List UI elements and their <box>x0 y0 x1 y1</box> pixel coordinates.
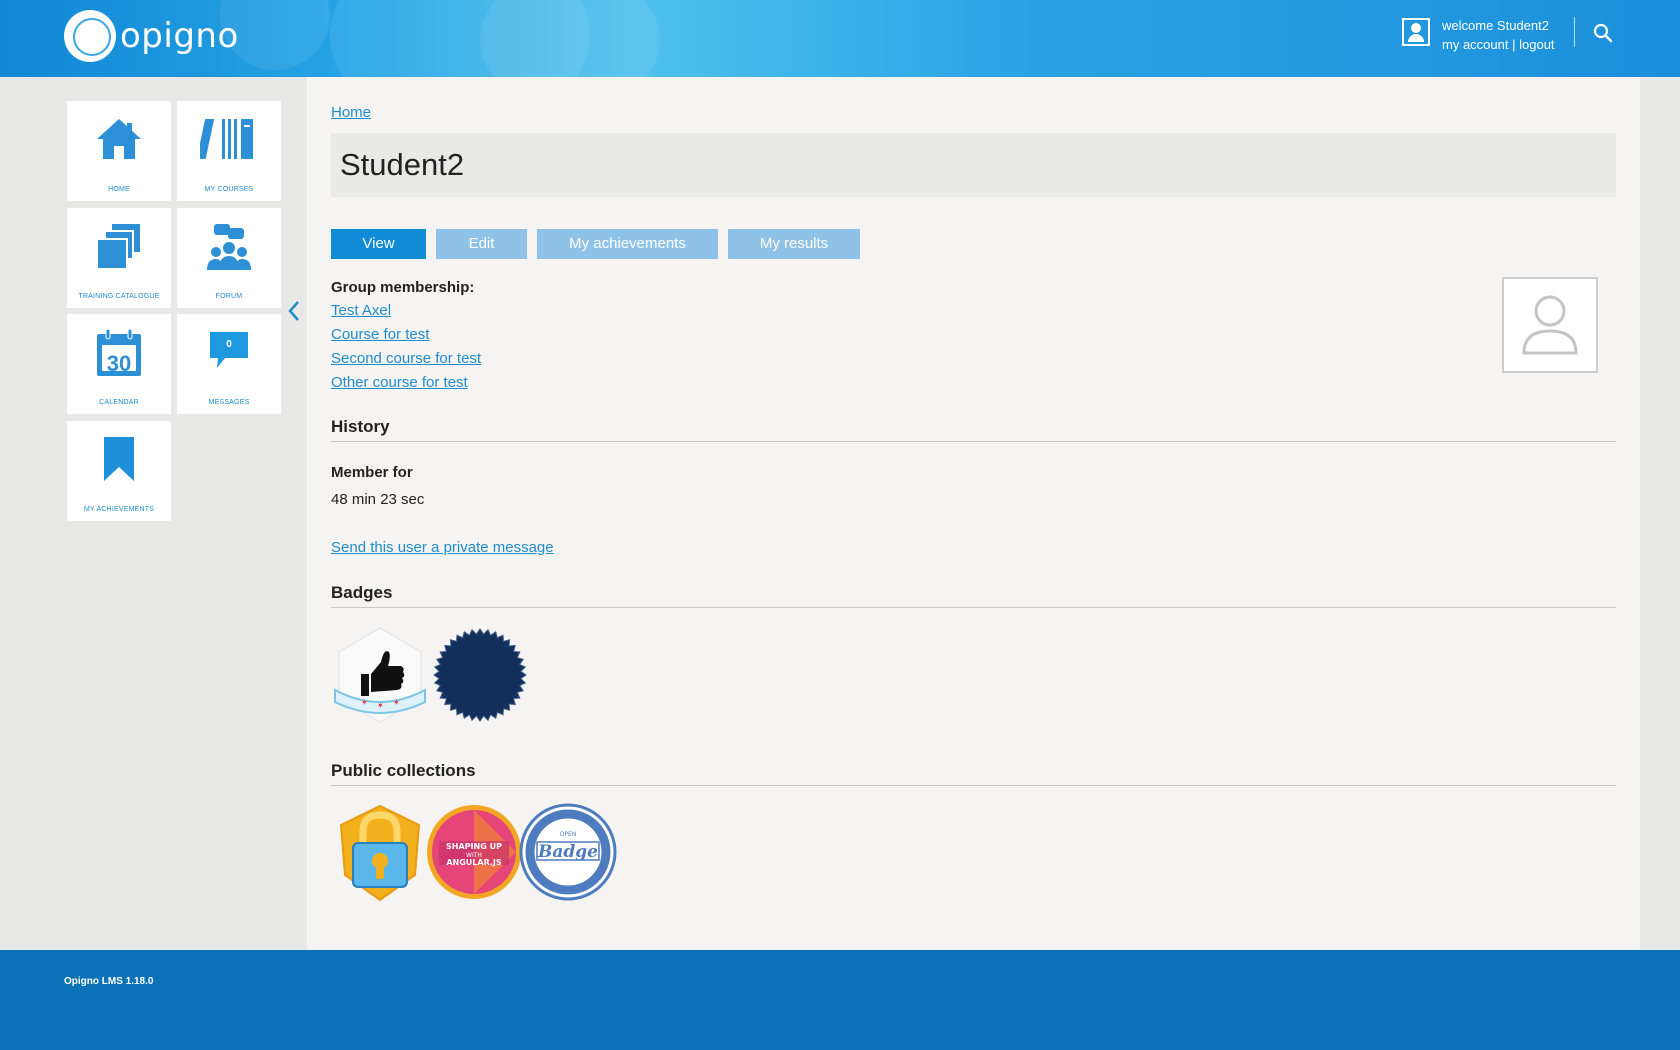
tile-label: MESSAGES <box>208 399 250 406</box>
tile-label: TRAINING CATALOGUE <box>78 293 160 300</box>
profile-tabs: View Edit My achievements My results <box>331 229 870 259</box>
opigno-logo[interactable]: opigno <box>64 10 239 62</box>
top-header: opigno welcome Student2 my account | log… <box>0 0 1680 77</box>
svg-text:✶: ✶ <box>361 698 368 707</box>
page-title-box: Student2 <box>331 133 1616 197</box>
section-divider <box>331 607 1616 608</box>
angular-badge-line3: ANGULAR.JS <box>446 858 502 867</box>
lock-badge[interactable] <box>331 803 429 902</box>
history-title: History <box>331 417 390 436</box>
books-icon <box>177 115 281 173</box>
sidebar-tile-calendar[interactable]: 30 CALENDAR <box>67 314 171 414</box>
sidebar-tile-home[interactable]: HOME <box>67 101 171 201</box>
messages-count: 0 <box>226 339 232 350</box>
tile-label: HOME <box>108 186 130 193</box>
tile-label: MY COURSES <box>204 186 254 193</box>
tab-edit[interactable]: Edit <box>436 229 527 259</box>
open-badge-word: Badge <box>537 842 598 862</box>
sidebar-tile-my-courses[interactable]: MY COURSES <box>177 101 281 201</box>
user-placeholder-icon <box>1522 295 1578 355</box>
tab-my-results[interactable]: My results <box>728 229 860 259</box>
user-menu: welcome Student2 my account | logout <box>1402 16 1555 54</box>
bookmark-icon <box>67 435 171 493</box>
footer: Opigno LMS 1.18.0 <box>0 950 1680 1050</box>
sidebar-tile-forum[interactable]: FORUM <box>177 208 281 308</box>
logo-text: opigno <box>120 16 239 56</box>
messages-icon <box>177 328 281 386</box>
my-account-link[interactable]: my account <box>1442 37 1508 52</box>
tab-view[interactable]: View <box>331 229 426 259</box>
angular-badge[interactable]: SHAPING UP WITH ANGULAR.JS <box>425 803 523 901</box>
sidebar-tile-training-catalogue[interactable]: TRAINING CATALOGUE <box>67 208 171 308</box>
tile-label: MY ACHIEVEMENTS <box>83 506 155 513</box>
user-avatar-icon[interactable] <box>1402 18 1430 46</box>
tab-my-achievements[interactable]: My achievements <box>537 229 718 259</box>
tile-label: FORUM <box>215 293 243 300</box>
forum-icon <box>177 222 281 280</box>
public-collections-title: Public collections <box>331 761 476 780</box>
search-icon[interactable] <box>1592 22 1614 44</box>
header-divider <box>1574 17 1575 47</box>
group-link[interactable]: Course for test <box>331 326 429 343</box>
navy-seal-badge[interactable] <box>431 626 529 724</box>
home-icon <box>67 115 171 173</box>
user-picture <box>1502 277 1598 373</box>
logout-link[interactable]: logout <box>1519 37 1554 52</box>
link-separator: | <box>1512 37 1516 52</box>
thumbs-up-badge[interactable]: ✶ ✶ ✶ <box>331 626 429 724</box>
member-for-label: Member for <box>331 464 413 481</box>
welcome-text: welcome Student2 <box>1442 18 1549 33</box>
main-content: Home Student2 View Edit My achievements … <box>307 77 1640 950</box>
open-badge[interactable]: OPEN Badge <box>519 803 617 901</box>
private-message-link[interactable]: Send this user a private message <box>331 539 554 556</box>
version-text: Opigno LMS 1.18.0 <box>64 976 154 987</box>
page-title: Student2 <box>340 147 465 182</box>
sidebar: HOME MY COURSES TRAINING CATALOGUE FORUM… <box>0 77 307 950</box>
badges-title: Badges <box>331 583 393 602</box>
header-decoration <box>480 0 660 77</box>
group-link[interactable]: Test Axel <box>331 302 391 319</box>
catalogue-icon <box>67 222 171 280</box>
breadcrumb-home[interactable]: Home <box>331 104 371 121</box>
sidebar-tile-my-achievements[interactable]: MY ACHIEVEMENTS <box>67 421 171 521</box>
svg-text:✶: ✶ <box>377 701 384 710</box>
group-link[interactable]: Second course for test <box>331 350 481 367</box>
chevron-left-icon[interactable] <box>286 299 302 323</box>
svg-text:✶: ✶ <box>393 698 400 707</box>
member-for-value: 48 min 23 sec <box>331 491 425 508</box>
logo-mark-icon <box>64 10 116 62</box>
tile-label: CALENDAR <box>99 399 139 406</box>
open-badge-small: OPEN <box>560 831 577 838</box>
group-membership-label: Group membership: <box>331 279 475 296</box>
angular-badge-line1: SHAPING UP <box>446 842 502 851</box>
calendar-day: 30 <box>106 351 132 376</box>
section-divider <box>331 441 1616 442</box>
section-divider <box>331 785 1616 786</box>
group-list: Test Axel Course for test Second course … <box>331 299 481 395</box>
sidebar-tile-messages[interactable]: 0 MESSAGES <box>177 314 281 414</box>
group-link[interactable]: Other course for test <box>331 374 468 391</box>
